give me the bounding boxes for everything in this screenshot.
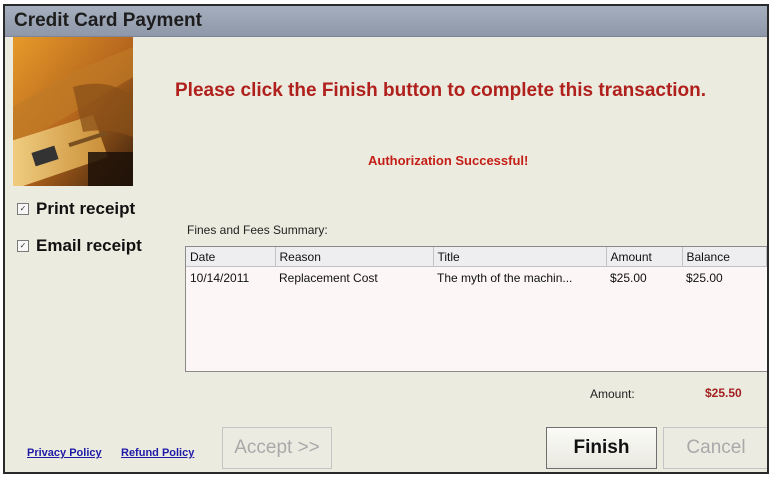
cell-date: 10/14/2011 [190,271,250,285]
table-header-row: Date Reason Title Amount Balance [186,247,767,267]
finish-button[interactable]: Finish [546,427,657,469]
print-receipt-option[interactable]: ✓ Print receipt [17,199,135,219]
email-receipt-label: Email receipt [36,236,142,255]
fees-summary-table[interactable]: Date Reason Title Amount Balance 10/14/2… [185,246,767,372]
window-title: Credit Card Payment [14,10,202,31]
accept-button[interactable]: Accept >> [222,427,332,469]
amount-label: Amount: [590,387,635,401]
authorization-status: Authorization Successful! [368,153,529,168]
title-bar: Credit Card Payment [5,6,767,37]
column-header-reason[interactable]: Reason [275,247,434,267]
cell-title: The myth of the machin... [437,271,573,285]
cancel-button[interactable]: Cancel [663,427,767,469]
amount-value: $25.50 [705,386,742,400]
print-receipt-label: Print receipt [36,199,136,218]
print-receipt-checkbox[interactable]: ✓ [17,203,29,215]
column-header-balance[interactable]: Balance [682,247,767,267]
credit-card-photo [13,37,133,186]
instruction-text: Please click the Finish button to comple… [175,80,707,101]
column-header-date[interactable]: Date [186,247,276,267]
fees-summary-label: Fines and Fees Summary: [187,223,328,237]
email-receipt-option[interactable]: ✓ Email receipt [17,236,142,256]
privacy-policy-link[interactable]: Privacy Policy [27,447,102,459]
cell-amount: $25.00 [610,271,647,285]
refund-policy-link[interactable]: Refund Policy [121,447,194,459]
column-header-amount[interactable]: Amount [606,247,683,267]
cell-reason: Replacement Cost [279,271,378,285]
email-receipt-checkbox[interactable]: ✓ [17,240,29,252]
cell-balance: $25.00 [686,271,723,285]
payment-window: Credit Card Payment Please click the Fin… [3,4,769,474]
table-row[interactable]: 10/14/2011 Replacement Cost The myth of … [186,267,766,285]
column-header-title[interactable]: Title [433,247,607,267]
